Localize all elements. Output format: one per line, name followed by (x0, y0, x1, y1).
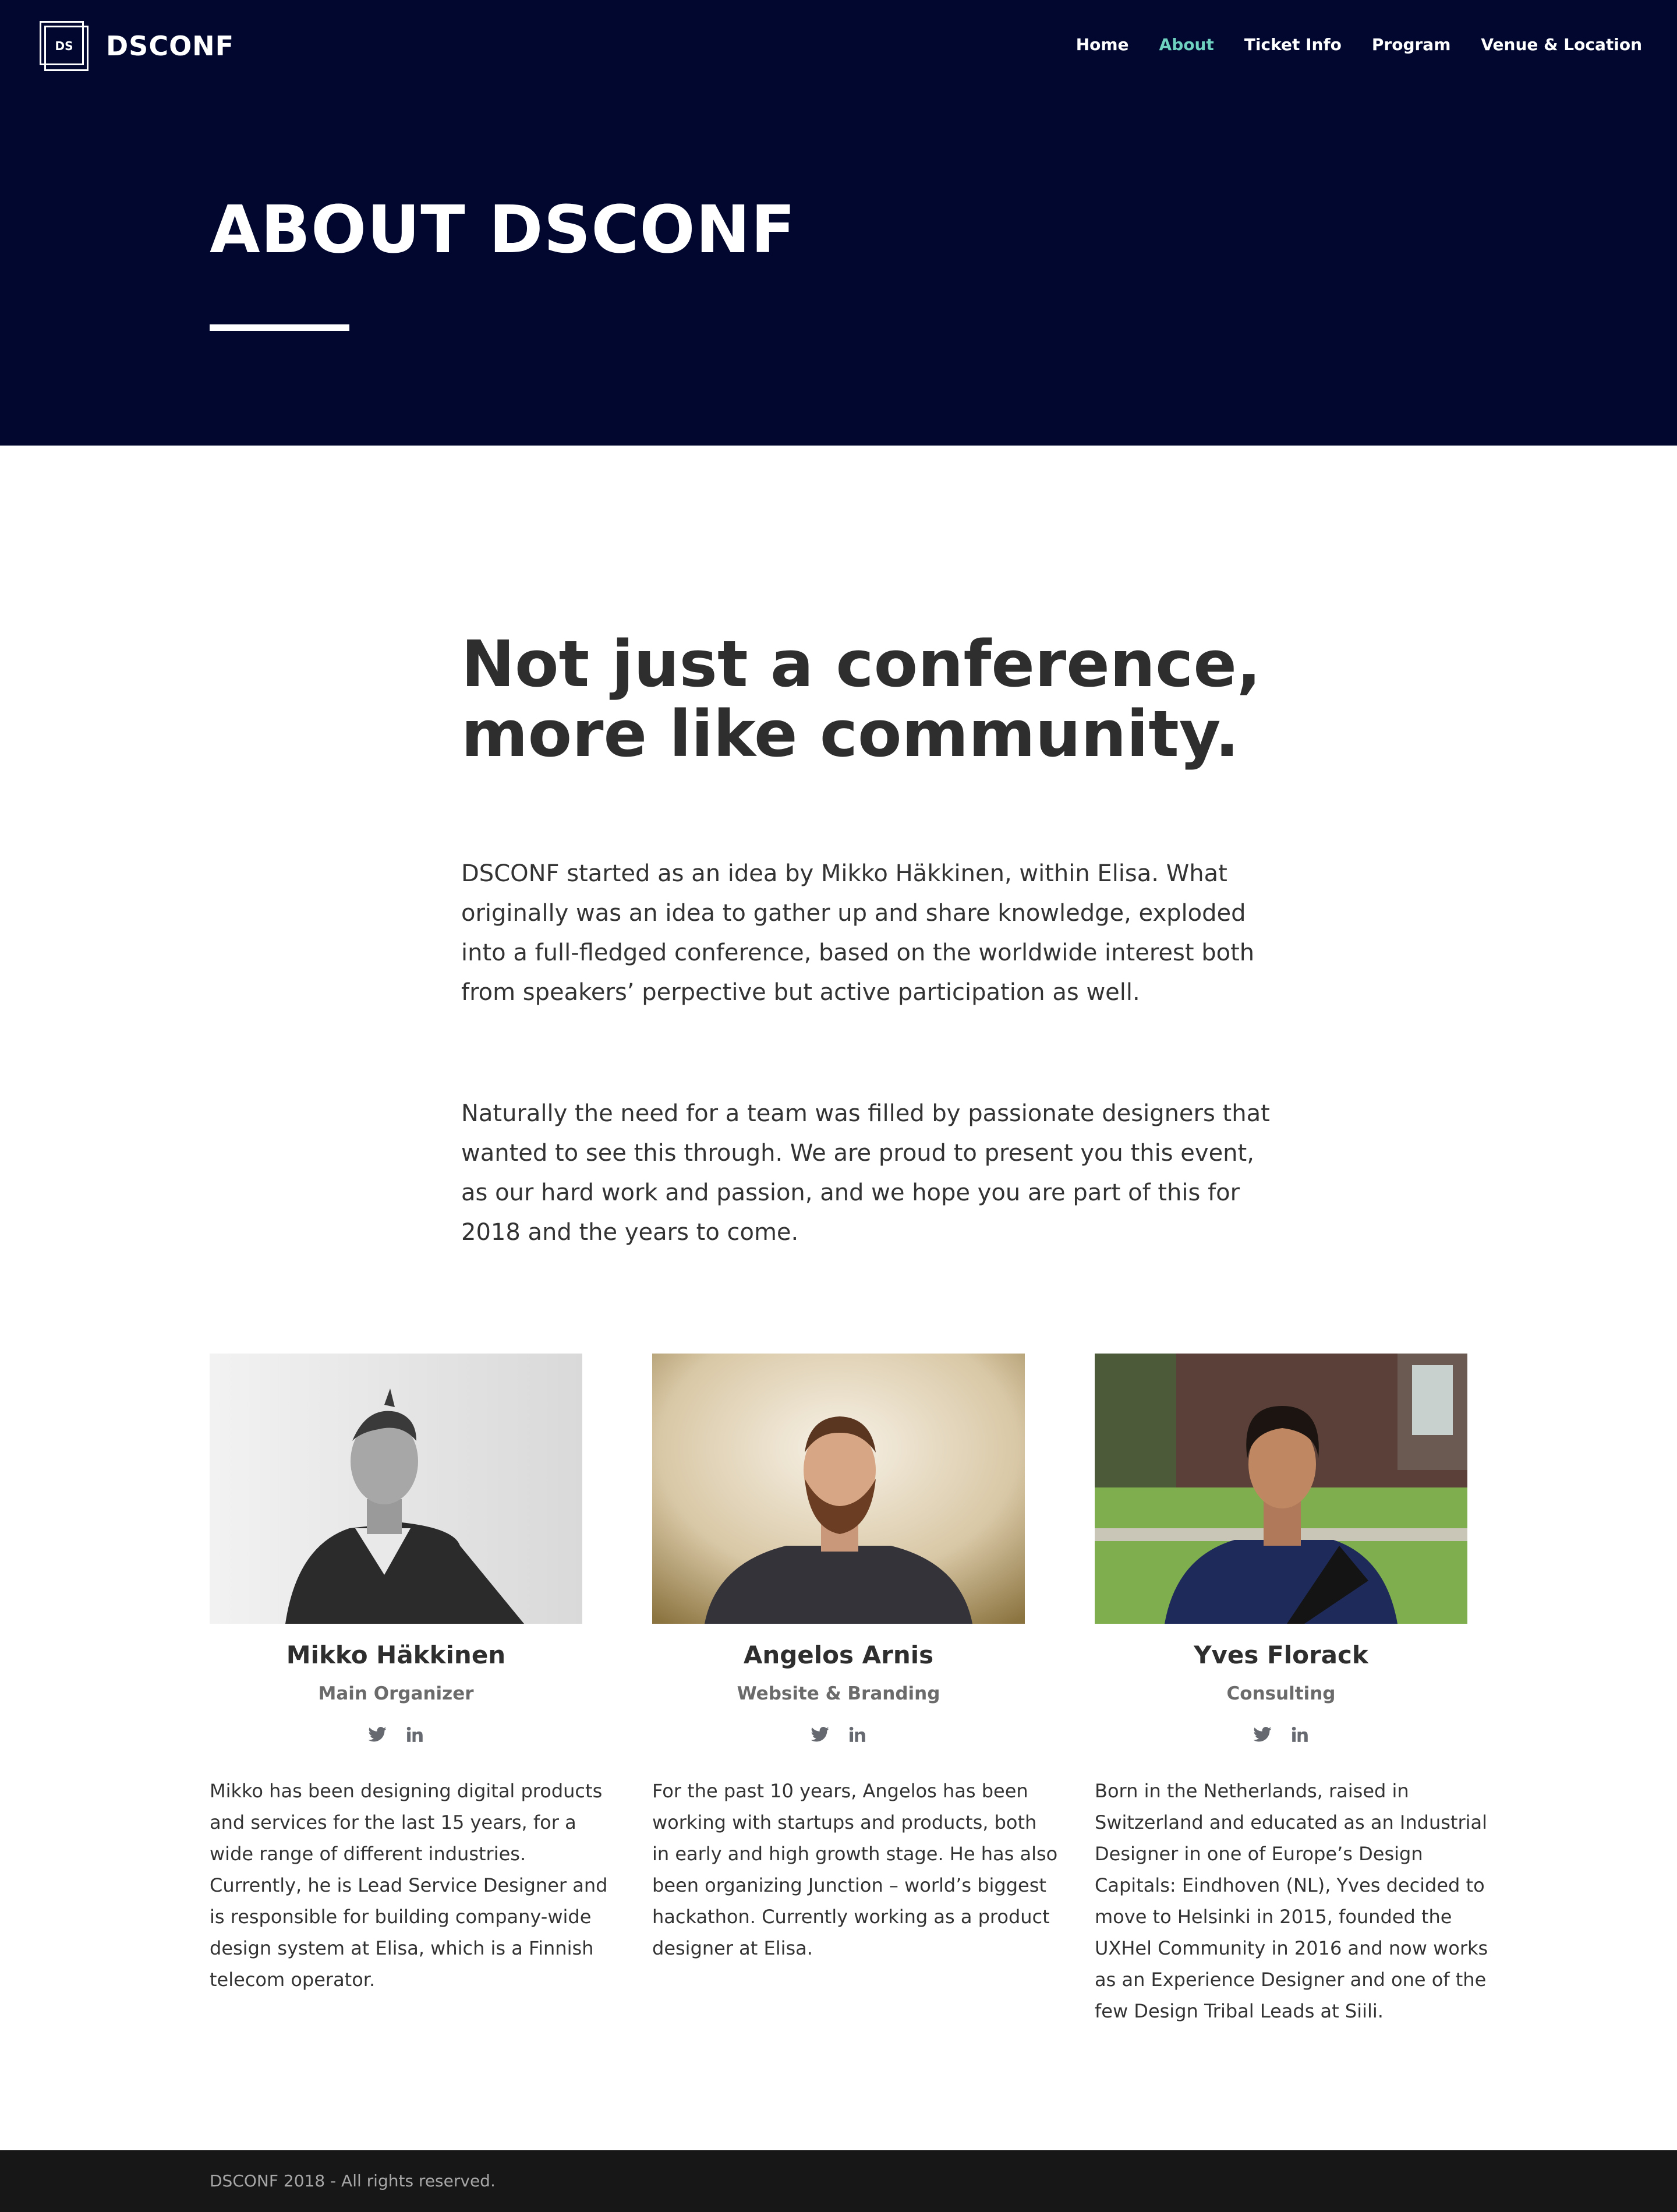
bio-line: telecom operator. (210, 1969, 376, 1991)
bio-line: wide range of different industries. (210, 1843, 526, 1865)
linkedin-icon[interactable] (1289, 1724, 1310, 1745)
team-member-card: Angelos Arnis Website & Branding For the… (652, 1354, 1058, 1964)
logo-link[interactable]: DS DSCONF (40, 21, 234, 71)
intro-heading: Not just a conference, more like communi… (461, 627, 1261, 771)
paragraph-line: wanted to see this through. We are proud… (461, 1140, 1254, 1167)
paragraph-line: Naturally the need for a team was filled… (461, 1100, 1270, 1127)
bio-line: Currently, he is Lead Service Designer a… (210, 1874, 608, 1896)
team-member-card: Mikko Häkkinen Main Organizer Mikko has … (210, 1354, 608, 1995)
bio-line: design system at Elisa, which is a Finni… (210, 1937, 594, 1959)
intro-paragraph-2: Naturally the need for a team was filled… (461, 1094, 1270, 1252)
intro-heading-line: Not just a conference, (461, 627, 1261, 701)
copyright-text: DSCONF 2018 - All rights reserved. (210, 2171, 496, 2190)
linkedin-icon[interactable] (847, 1724, 868, 1745)
nav-item-about[interactable]: About (1159, 35, 1214, 54)
bio-line: is responsible for building company-wide (210, 1906, 592, 1928)
member-bio: For the past 10 years, Angelos has been … (652, 1775, 1058, 1964)
intro-paragraph-1: DSCONF started as an idea by Mikko Häkki… (461, 854, 1255, 1012)
twitter-icon[interactable] (1252, 1724, 1273, 1745)
nav-item-home[interactable]: Home (1076, 35, 1129, 54)
logo-icon: DS (40, 21, 89, 71)
nav-item-venue-location[interactable]: Venue & Location (1481, 35, 1642, 54)
member-name: Yves Florack (1194, 1641, 1368, 1669)
portrait-photo-icon (652, 1354, 1025, 1624)
paragraph-line: originally was an idea to gather up and … (461, 900, 1246, 927)
member-bio: Born in the Netherlands, raised in Switz… (1095, 1775, 1488, 2027)
bio-line: been organizing Junction – world’s bigge… (652, 1874, 1046, 1896)
paragraph-line: from speakers’ perpective but active par… (461, 979, 1140, 1006)
page-title: ABOUT DSCONF (210, 192, 796, 268)
paragraph-line: DSCONF started as an idea by Mikko Häkki… (461, 860, 1227, 887)
social-links (1095, 1724, 1467, 1745)
bio-line: as an Experience Designer and one of the (1095, 1969, 1487, 1991)
member-role: Main Organizer (318, 1683, 474, 1704)
social-links (652, 1724, 1025, 1745)
bio-line: and services for the last 15 years, for … (210, 1811, 576, 1833)
bio-line: few Design Tribal Leads at Siili. (1095, 2000, 1384, 2022)
logo-mark-text: DS (55, 39, 73, 53)
bio-line: designer at Elisa. (652, 1937, 813, 1959)
twitter-icon[interactable] (367, 1724, 388, 1745)
social-links (210, 1724, 582, 1745)
member-name: Mikko Häkkinen (286, 1641, 506, 1669)
nav-item-ticket-info[interactable]: Ticket Info (1244, 35, 1342, 54)
page-footer: DSCONF 2018 - All rights reserved. (0, 2150, 1677, 2212)
linkedin-icon[interactable] (404, 1724, 425, 1745)
paragraph-line: 2018 and the years to come. (461, 1219, 799, 1246)
bio-line: Designer in one of Europe’s Design (1095, 1843, 1423, 1865)
bio-line: Born in the Netherlands, raised in (1095, 1780, 1409, 1802)
bio-line: working with startups and products, both (652, 1811, 1037, 1833)
bio-line: Mikko has been designing digital product… (210, 1780, 603, 1802)
member-bio: Mikko has been designing digital product… (210, 1775, 608, 1995)
title-underline (210, 324, 349, 331)
bio-line: For the past 10 years, Angelos has been (652, 1780, 1028, 1802)
team-member-card: Yves Florack Consulting Born in the Neth… (1095, 1354, 1488, 2027)
intro-heading-line: more like community. (461, 697, 1240, 771)
bio-line: Switzerland and educated as an Industria… (1095, 1811, 1487, 1833)
member-name: Angelos Arnis (743, 1641, 934, 1669)
bio-line: UXHel Community in 2016 and now works (1095, 1937, 1488, 1959)
member-role: Website & Branding (737, 1683, 940, 1704)
brand-name: DSCONF (106, 30, 235, 62)
paragraph-line: as our hard work and passion, and we hop… (461, 1179, 1240, 1206)
bio-line: move to Helsinki in 2015, founded the (1095, 1906, 1452, 1928)
paragraph-line: into a full-fledged conference, based on… (461, 939, 1255, 966)
portrait-photo-icon (1095, 1354, 1467, 1624)
bio-line: in early and high growth stage. He has a… (652, 1843, 1058, 1865)
twitter-icon[interactable] (809, 1724, 830, 1745)
nav-item-program[interactable]: Program (1372, 35, 1451, 54)
bio-line: Capitals: Eindhoven (NL), Yves decided t… (1095, 1874, 1485, 1896)
main-nav: Home About Ticket Info Program Venue & L… (1076, 35, 1642, 54)
portrait-photo-icon (210, 1354, 582, 1624)
bio-line: hackathon. Currently working as a produc… (652, 1906, 1050, 1928)
hero-header: DS DSCONF Home About Ticket Info Program… (0, 0, 1677, 446)
member-role: Consulting (1226, 1683, 1336, 1704)
